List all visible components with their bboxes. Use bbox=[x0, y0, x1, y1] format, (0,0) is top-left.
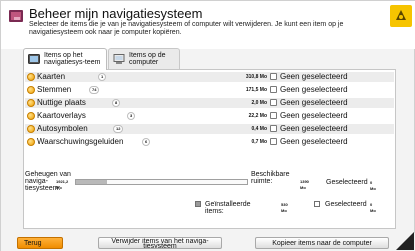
selected-value: 0 Mo bbox=[370, 180, 376, 191]
copy-to-computer-button[interactable]: Kopieer items naar de computer bbox=[255, 237, 389, 249]
tab-items-on-navigation-system[interactable]: Items op het navigatiesys-teem bbox=[23, 48, 107, 70]
item-size: 0,4 Mo bbox=[251, 126, 267, 132]
item-checkbox[interactable] bbox=[270, 112, 277, 119]
selected-label: Geselecteerd bbox=[326, 179, 368, 186]
list-item[interactable]: Kaartoverlays 3 22,2 Mo Geen geselecteer… bbox=[25, 111, 394, 121]
item-size: 171,5 Mo bbox=[245, 87, 267, 93]
item-checkbox[interactable] bbox=[270, 73, 277, 80]
item-count-badge: 6 bbox=[142, 138, 151, 146]
item-status: Geen geselecteerd bbox=[280, 98, 348, 107]
tab-items-on-computer[interactable]: Items op de computer bbox=[108, 48, 180, 70]
item-checkbox[interactable] bbox=[270, 99, 277, 106]
item-checkbox[interactable] bbox=[270, 138, 277, 145]
available-space-label: Beschikbare ruimte: bbox=[251, 171, 290, 185]
item-count-badge: 74 bbox=[89, 86, 100, 94]
memory-value: 1921,2 Mo bbox=[56, 179, 69, 190]
list-item[interactable]: Nuttige plaats 8 2,0 Mo Geen geselecteer… bbox=[25, 98, 394, 108]
item-name: Autosymbolen bbox=[37, 124, 88, 133]
item-checkbox[interactable] bbox=[270, 86, 277, 93]
page-title: Beheer mijn navigatiesysteem bbox=[29, 6, 203, 21]
item-status: Geen geselecteerd bbox=[280, 111, 348, 120]
list-item[interactable]: Stemmen 74 171,5 Mo Geen geselecteerd bbox=[25, 85, 394, 95]
tab-label: Items op de computer bbox=[129, 52, 166, 66]
item-name: Nuttige plaats bbox=[37, 98, 86, 107]
item-count-badge: 3 bbox=[127, 112, 136, 120]
brand-logo-icon bbox=[390, 5, 412, 27]
list-item[interactable]: Autosymbolen 12 0,4 Mo Geen geselecteerd bbox=[25, 124, 394, 134]
item-count-badge: 1 bbox=[98, 73, 107, 81]
selected-legend-swatch bbox=[314, 201, 320, 207]
item-status: Geen geselecteerd bbox=[280, 85, 348, 94]
item-status: Geen geselecteerd bbox=[280, 137, 348, 146]
selected-label-2: Geselecteerd bbox=[325, 201, 367, 208]
installed-legend-swatch bbox=[195, 201, 201, 207]
memory-usage-fill bbox=[76, 180, 107, 184]
list-item[interactable]: Kaarten 1 310,8 Mo Geen geselecteerd bbox=[25, 72, 394, 82]
item-type-icon bbox=[27, 125, 35, 133]
item-type-icon bbox=[27, 73, 35, 81]
available-space-value: 1390 Mo bbox=[300, 179, 309, 190]
item-name: Waarschuwingsgeluiden bbox=[37, 137, 124, 146]
installed-items-label: Geïnstalleerde items: bbox=[205, 201, 251, 215]
item-size: 0,7 Mo bbox=[251, 139, 267, 145]
item-count-badge: 12 bbox=[113, 125, 124, 133]
item-checkbox[interactable] bbox=[270, 125, 277, 132]
navigation-device-icon bbox=[28, 54, 40, 64]
item-name: Kaarten bbox=[37, 72, 66, 81]
tab-label: Items op het navigatiesys-teem bbox=[44, 52, 101, 66]
corner-decoration bbox=[396, 232, 414, 250]
item-type-icon bbox=[27, 112, 35, 120]
item-size: 22,2 Mo bbox=[248, 113, 267, 119]
header: Beheer mijn navigatiesysteem Selecteer d… bbox=[1, 1, 415, 49]
item-status: Geen geselecteerd bbox=[280, 124, 348, 133]
device-manager-icon bbox=[9, 10, 23, 22]
delete-items-button[interactable]: Verwijder items van het naviga-tiesystee… bbox=[98, 237, 222, 249]
selected-value-2: 0 Mo bbox=[370, 202, 376, 213]
computer-icon bbox=[113, 54, 125, 64]
item-size: 310,8 Mo bbox=[245, 74, 267, 80]
item-count-badge: 8 bbox=[112, 99, 121, 107]
item-size: 2,0 Mo bbox=[251, 100, 267, 106]
list-item[interactable]: Waarschuwingsgeluiden 6 0,7 Mo Geen gese… bbox=[25, 137, 394, 147]
item-name: Kaartoverlays bbox=[37, 111, 86, 120]
item-type-icon bbox=[27, 86, 35, 94]
item-type-icon bbox=[27, 138, 35, 146]
installed-items-value: 530 Mo bbox=[281, 202, 288, 213]
app-window: Beheer mijn navigatiesysteem Selecteer d… bbox=[0, 0, 415, 251]
item-status: Geen geselecteerd bbox=[280, 72, 348, 81]
page-description: Selecteer de items die je van je navigat… bbox=[29, 21, 344, 36]
item-type-icon bbox=[27, 99, 35, 107]
back-button[interactable]: Terug bbox=[17, 237, 63, 249]
item-name: Stemmen bbox=[37, 85, 72, 94]
memory-usage-bar bbox=[75, 179, 248, 185]
